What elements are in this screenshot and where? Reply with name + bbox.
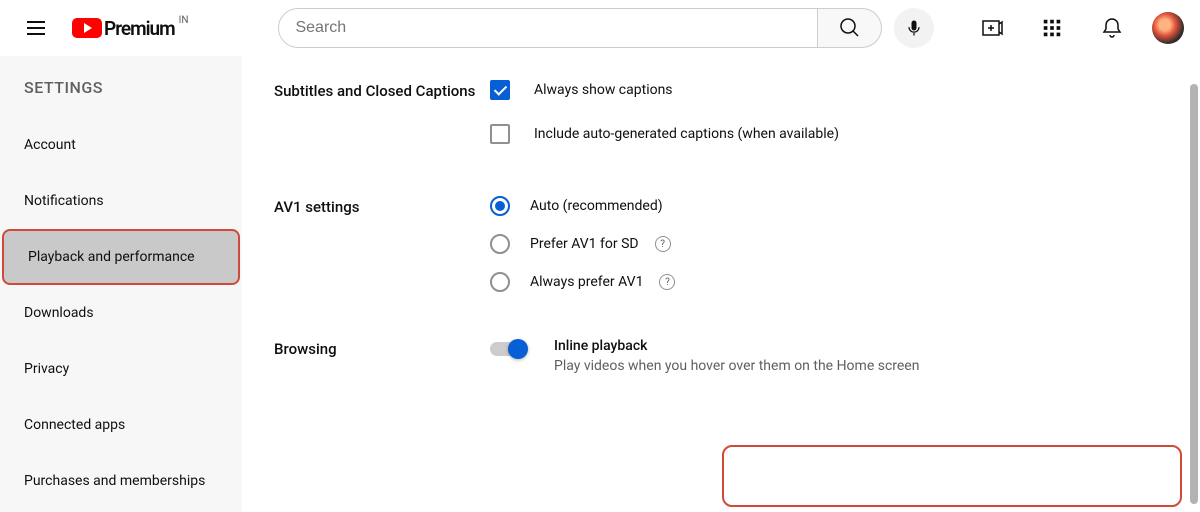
youtube-premium-logo[interactable]: Premium: [72, 17, 175, 40]
toggle-inline-playback[interactable]: [490, 342, 526, 356]
toggle-title: Inline playback: [554, 338, 919, 354]
play-icon: [72, 18, 102, 38]
search-button[interactable]: [818, 8, 882, 48]
radio-label: Always prefer AV1: [530, 274, 643, 290]
user-avatar[interactable]: [1152, 12, 1184, 44]
search-icon: [838, 16, 862, 40]
search-input[interactable]: [278, 8, 818, 48]
create-button[interactable]: [972, 8, 1012, 48]
apps-button[interactable]: [1032, 8, 1072, 48]
sidebar-item-downloads[interactable]: Downloads: [0, 285, 242, 341]
voice-search-button[interactable]: [894, 8, 934, 48]
checkbox-always-show-captions[interactable]: [490, 80, 510, 100]
hamburger-menu[interactable]: [16, 8, 56, 48]
checkbox-auto-generated-captions[interactable]: [490, 124, 510, 144]
help-icon[interactable]: ?: [655, 236, 671, 252]
section-label-av1: AV1 settings: [274, 196, 490, 310]
section-label-browsing: Browsing: [274, 338, 490, 374]
logo-text: Premium: [104, 17, 175, 40]
create-icon: [980, 16, 1004, 40]
microphone-icon: [904, 18, 924, 38]
help-icon[interactable]: ?: [659, 274, 675, 290]
country-code: IN: [179, 15, 189, 26]
bell-icon: [1100, 16, 1124, 40]
sidebar-item-playback[interactable]: Playback and performance: [2, 229, 240, 285]
apps-grid-icon: [1041, 17, 1063, 39]
sidebar-title: SETTINGS: [0, 70, 242, 117]
scrollbar[interactable]: [1190, 84, 1198, 504]
radio-av1-sd[interactable]: [490, 234, 510, 254]
notifications-button[interactable]: [1092, 8, 1132, 48]
checkbox-label: Always show captions: [534, 82, 673, 98]
toggle-knob: [508, 339, 528, 359]
sidebar-item-account[interactable]: Account: [0, 117, 242, 173]
sidebar-item-notifications[interactable]: Notifications: [0, 173, 242, 229]
toggle-description: Play videos when you hover over them on …: [554, 358, 919, 374]
annotation-highlight: [722, 445, 1182, 507]
sidebar-item-connected-apps[interactable]: Connected apps: [0, 397, 242, 453]
radio-av1-auto[interactable]: [490, 196, 510, 216]
radio-label: Prefer AV1 for SD: [530, 236, 639, 252]
sidebar-item-purchases[interactable]: Purchases and memberships: [0, 453, 242, 509]
sidebar-item-privacy[interactable]: Privacy: [0, 341, 242, 397]
radio-label: Auto (recommended): [530, 198, 663, 214]
radio-av1-always[interactable]: [490, 272, 510, 292]
section-label-subtitles: Subtitles and Closed Captions: [274, 80, 490, 168]
checkbox-label: Include auto-generated captions (when av…: [534, 126, 839, 142]
